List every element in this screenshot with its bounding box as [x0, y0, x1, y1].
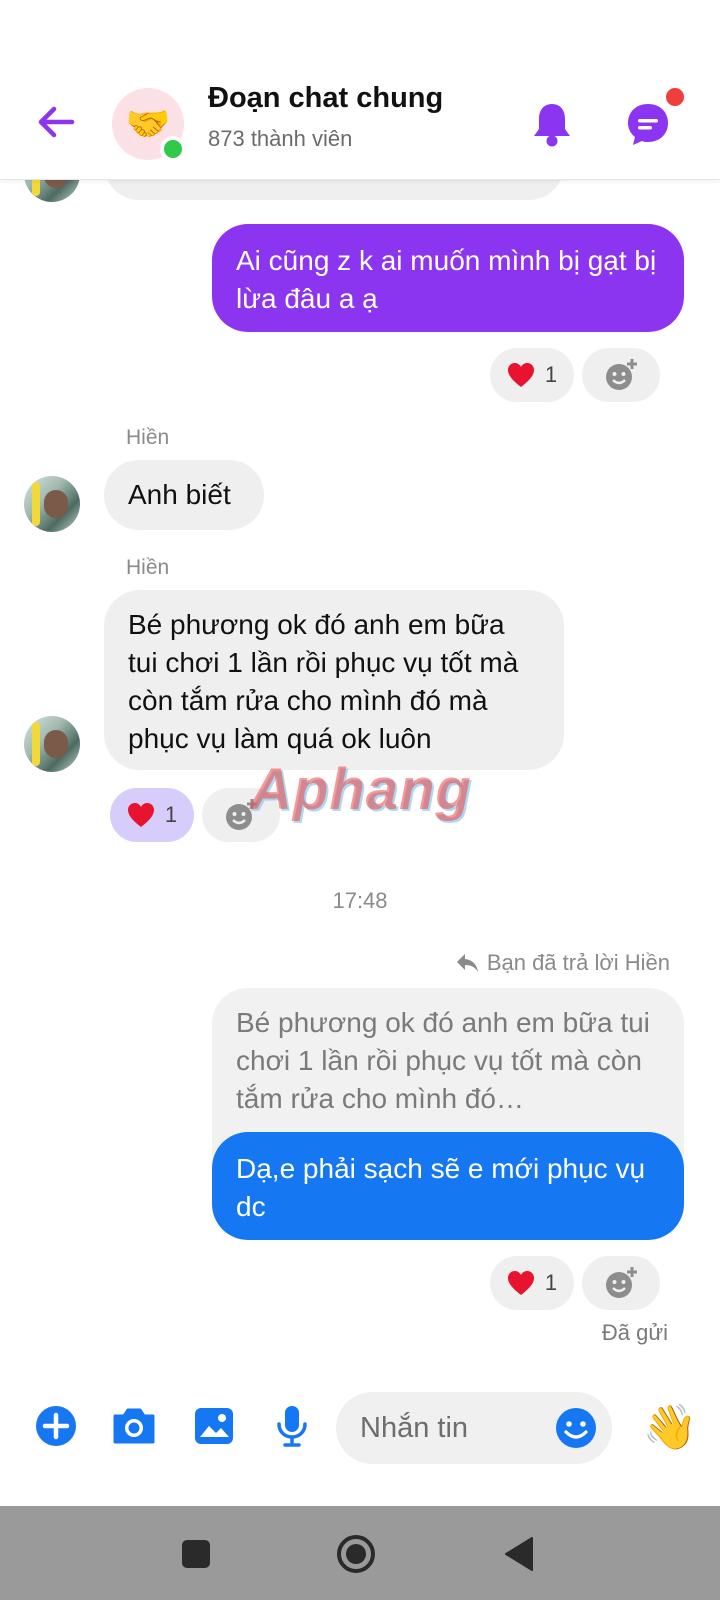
messenger-screen: 🤝 Đoạn chat chung 873 thành viên Ai cũng… [0, 0, 720, 1600]
add-reaction-icon [606, 359, 637, 390]
nav-circle-icon [337, 1535, 375, 1573]
message-timestamp: 17:48 [332, 888, 388, 913]
sender-name: Hiền [126, 426, 170, 449]
chat-header: 🤝 Đoạn chat chung 873 thành viên [0, 0, 720, 180]
sender-name: Hiền [126, 556, 170, 579]
gallery-button[interactable] [190, 1402, 238, 1450]
reaction-count: 1 [544, 1270, 558, 1295]
reply-note: Bạn đã trả lời Hiền [455, 950, 670, 976]
voice-button[interactable] [268, 1402, 316, 1450]
back-arrow-icon [38, 106, 75, 138]
sent-status: Đã gửi [601, 1320, 668, 1345]
back-nav-button[interactable] [500, 1532, 544, 1576]
heart-icon [507, 363, 534, 387]
camera-icon [113, 1408, 155, 1444]
chat-bubble-icon [628, 104, 668, 145]
add-reaction-button[interactable] [582, 1256, 660, 1310]
more-actions-button[interactable] [32, 1402, 80, 1450]
online-status-dot [160, 136, 186, 162]
outgoing-message[interactable]: Dạ,e phải sạch sẽ e mới phục vụ dc [212, 1132, 684, 1240]
reaction-pill-mine[interactable]: 1 [110, 788, 194, 842]
wave-icon: 👋 [642, 1403, 698, 1452]
reply-note-text: Bạn đã trả lời Hiền [486, 950, 670, 975]
reaction-pill[interactable]: 1 [490, 1256, 574, 1310]
back-button[interactable] [32, 98, 80, 146]
emoji-button[interactable] [554, 1406, 598, 1450]
heart-icon [127, 803, 154, 827]
image-icon [195, 1408, 233, 1444]
system-nav-bar [0, 1506, 720, 1600]
home-button[interactable] [334, 1532, 378, 1576]
notification-badge [664, 86, 686, 108]
avatar-hien[interactable] [24, 716, 80, 772]
chat-title[interactable]: Đoạn chat chung [208, 82, 443, 115]
bell-icon [534, 104, 570, 147]
microphone-icon [277, 1406, 307, 1447]
add-reaction-icon [606, 1267, 637, 1298]
member-count: 873 thành viên [208, 126, 353, 151]
reaction-pill[interactable]: 1 [490, 348, 574, 402]
outgoing-message[interactable]: Ai cũng z k ai muốn mình bị gạt bị lừa đ… [212, 224, 684, 332]
watermark-logo: Aphang [250, 757, 472, 822]
recent-apps-button[interactable] [174, 1532, 218, 1576]
reaction-count: 1 [544, 362, 558, 387]
heart-icon [507, 1271, 534, 1295]
message-composer: 👋 [0, 1378, 720, 1478]
avatar-hien[interactable] [24, 476, 80, 532]
reply-arrow-icon [456, 954, 478, 972]
nav-square-icon [182, 1540, 210, 1568]
add-reaction-button[interactable] [582, 348, 660, 402]
group-chats-button[interactable] [624, 100, 672, 148]
wave-button[interactable]: 👋 [642, 1400, 698, 1456]
incoming-message[interactable]: Bé phương ok đó anh em bữa tui chơi 1 lầ… [104, 590, 564, 770]
reaction-count: 1 [164, 802, 178, 827]
notifications-button[interactable] [530, 100, 574, 148]
incoming-message[interactable]: Anh biết [104, 460, 264, 530]
plus-icon [36, 1406, 76, 1446]
camera-button[interactable] [110, 1402, 158, 1450]
emoji-icon [556, 1408, 596, 1448]
nav-triangle-icon [505, 1537, 533, 1571]
